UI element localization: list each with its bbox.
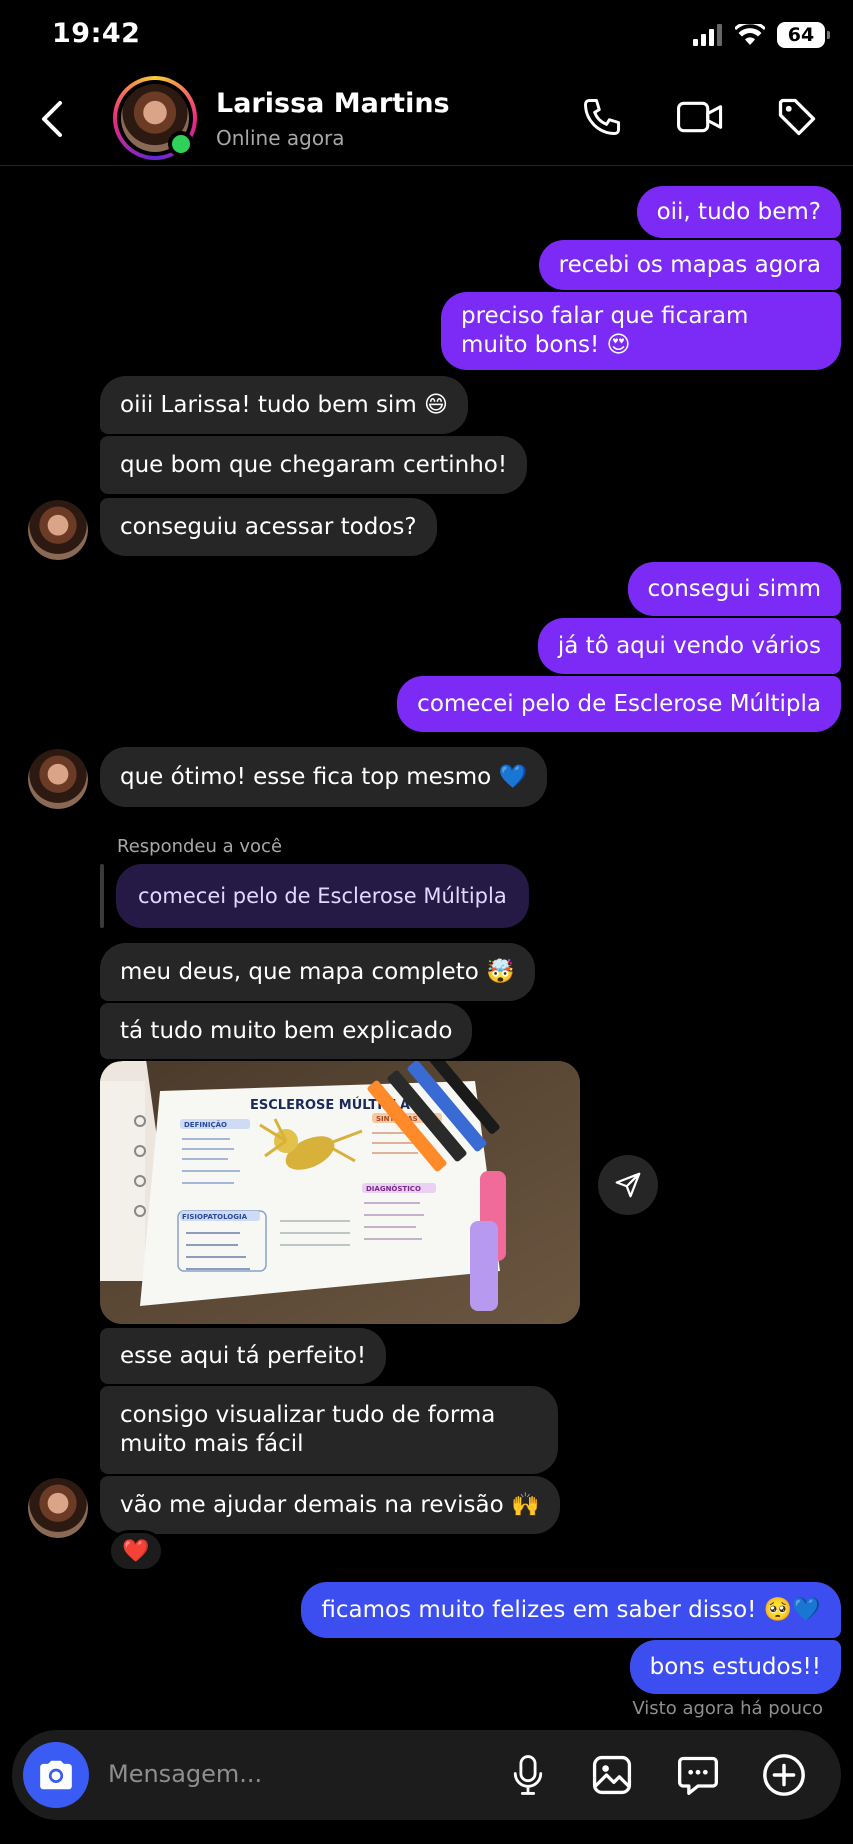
- message-incoming[interactable]: que ótimo! esse fica top mesmo 💙: [100, 747, 548, 807]
- contact-status: Online agora: [216, 126, 345, 150]
- camera-button[interactable]: [23, 1742, 89, 1808]
- message-outgoing[interactable]: preciso falar que ficaram muito bons! 😍: [441, 292, 841, 370]
- reply-quote[interactable]: comecei pelo de Esclerose Múltipla: [116, 864, 529, 928]
- message-incoming[interactable]: que bom que chegaram certinho!: [100, 436, 528, 494]
- sticker-chat-icon: [678, 1756, 718, 1795]
- seen-status: Visto agora há pouco: [632, 1698, 823, 1719]
- photo-label-definicao: DEFINIÇÃO: [184, 1120, 227, 1129]
- signal-icon: [693, 24, 722, 46]
- reply-label: Respondeu a você: [117, 836, 283, 857]
- message-line: muito mais fácil: [120, 1431, 304, 1457]
- tag-button[interactable]: [772, 92, 822, 142]
- reply-line: [100, 864, 104, 928]
- heart-reaction[interactable]: ❤️: [108, 1530, 164, 1572]
- notebook-spiral: [100, 1081, 146, 1281]
- shared-photo[interactable]: ESCLEROSE MÚLTIPLA DEFINIÇÃO SINTOMAS DI…: [100, 1061, 580, 1324]
- message-outgoing[interactable]: já tô aqui vendo vários: [537, 618, 841, 674]
- back-button[interactable]: [28, 94, 78, 144]
- microphone-icon: [513, 1755, 543, 1795]
- message-outgoing[interactable]: oii, tudo bem?: [636, 186, 841, 238]
- message-outgoing[interactable]: bons estudos!!: [629, 1640, 841, 1694]
- message-outgoing[interactable]: ficamos muito felizes em saber disso! 🥺💙: [301, 1582, 841, 1638]
- message-line: consigo visualizar tudo de forma: [120, 1402, 496, 1428]
- message-outgoing[interactable]: consegui simm: [627, 562, 841, 616]
- sender-avatar: [28, 749, 88, 809]
- photo-label-diagnostico: DIAGNÓSTICO: [366, 1184, 421, 1193]
- status-bar: 19:42 64: [0, 0, 853, 70]
- tag-icon: [778, 98, 816, 136]
- message-line: muito bons! 😍: [461, 332, 631, 358]
- gallery-button[interactable]: [587, 1750, 637, 1800]
- battery-indicator: 64: [777, 22, 830, 48]
- wifi-icon: [735, 24, 765, 45]
- message-incoming[interactable]: vão me ajudar demais na revisão 🙌: [100, 1476, 560, 1534]
- plus-icon: [763, 1754, 805, 1796]
- voice-button[interactable]: [503, 1750, 553, 1800]
- sender-avatar: [28, 1478, 88, 1538]
- message-incoming[interactable]: oiii Larissa! tudo bem sim 😄: [100, 376, 469, 434]
- message-incoming[interactable]: tá tudo muito bem explicado: [100, 1003, 473, 1059]
- message-incoming[interactable]: consigo visualizar tudo de forma muito m…: [100, 1386, 558, 1474]
- status-time: 19:42: [52, 18, 141, 49]
- gallery-icon: [592, 1755, 632, 1795]
- status-icons: 64: [693, 20, 830, 50]
- phone-icon: [584, 99, 620, 135]
- message-incoming[interactable]: meu deus, que mapa completo 🤯: [100, 943, 535, 1001]
- back-arrow-icon: [42, 101, 62, 137]
- send-icon: [615, 1172, 641, 1198]
- message-incoming[interactable]: conseguiu acessar todos?: [100, 498, 437, 556]
- message-outgoing[interactable]: comecei pelo de Esclerose Múltipla: [397, 676, 841, 732]
- more-options-button[interactable]: [759, 1750, 809, 1800]
- contact-name[interactable]: Larissa Martins: [216, 88, 450, 119]
- message-line: preciso falar que ficaram: [461, 303, 749, 329]
- message-outgoing[interactable]: recebi os mapas agora: [538, 240, 841, 290]
- call-button[interactable]: [577, 92, 627, 142]
- message-incoming[interactable]: esse aqui tá perfeito!: [100, 1328, 387, 1384]
- camera-icon: [40, 1760, 72, 1790]
- sticker-chat-button[interactable]: [673, 1750, 723, 1800]
- message-input[interactable]: Mensagem...: [108, 1760, 262, 1788]
- photo-label-fisiopatologia: FISIOPATOLOGIA: [182, 1213, 248, 1221]
- video-call-button[interactable]: [675, 92, 725, 142]
- online-indicator: [168, 131, 194, 157]
- video-camera-icon: [677, 101, 723, 133]
- sender-avatar: [28, 500, 88, 560]
- share-photo-button[interactable]: [598, 1155, 658, 1215]
